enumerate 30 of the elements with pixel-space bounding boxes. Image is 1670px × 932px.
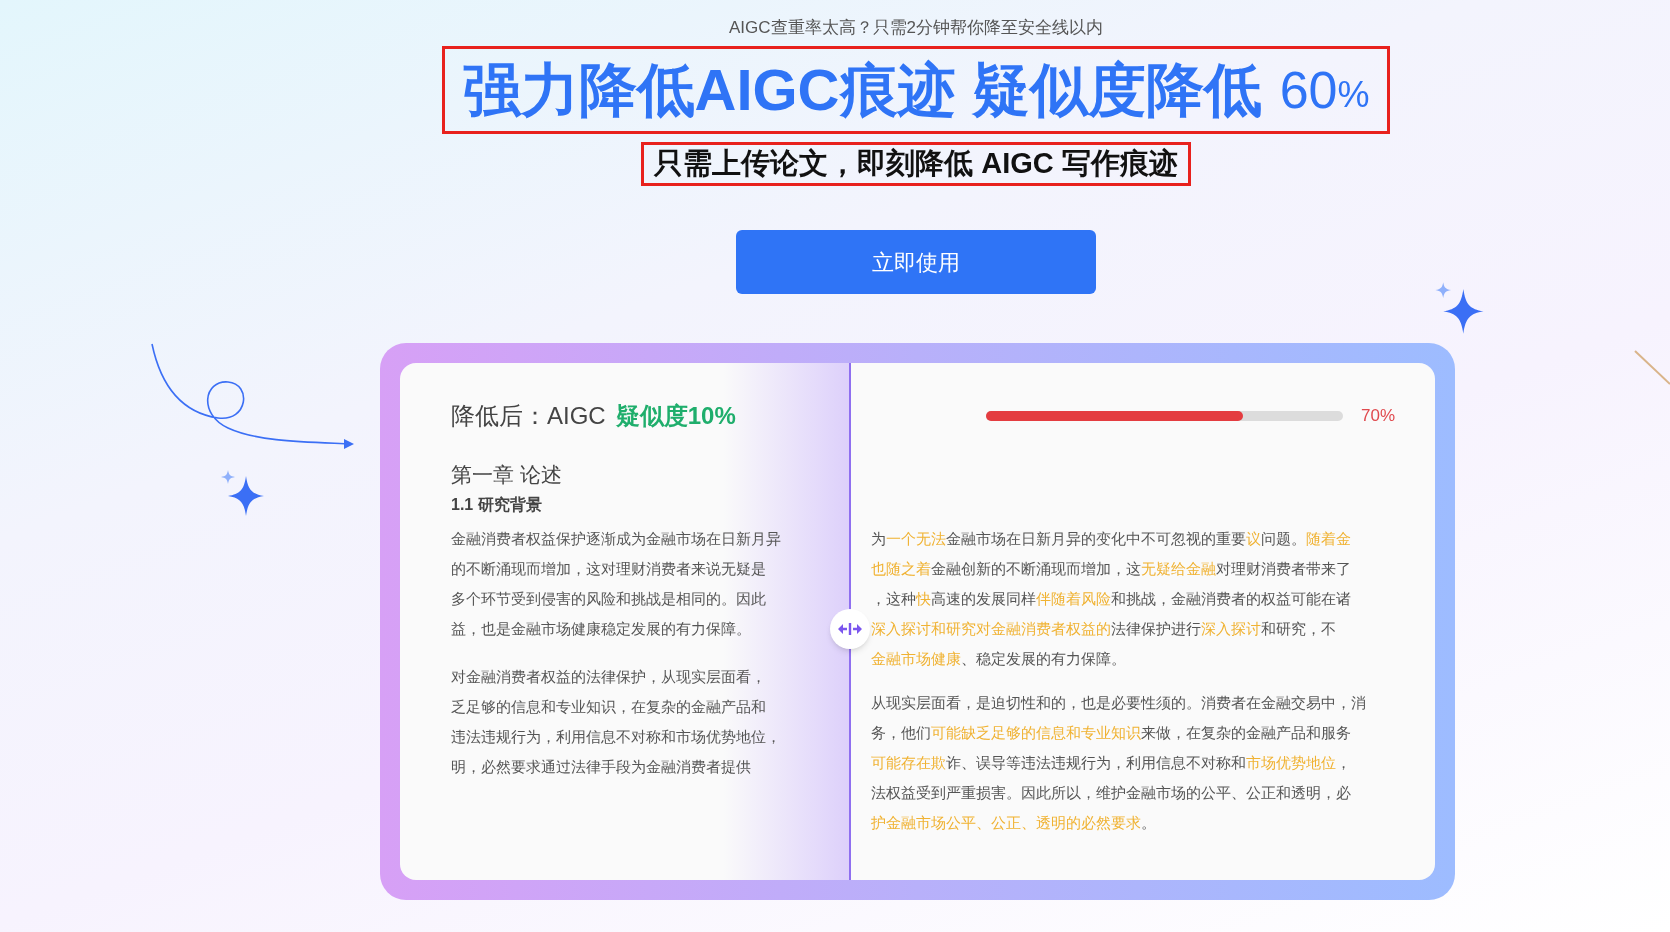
- slider-handle[interactable]: [830, 609, 870, 649]
- text-line: ，这种快高速的发展同样伴随着风险和挑战，金融消费者的权益可能在诸: [871, 589, 1352, 609]
- diagonal-line-drawing: [1634, 350, 1670, 386]
- text-line: 法权益受到严重损害。因此所以，维护金融市场的公平、公正和透明，必: [871, 783, 1352, 803]
- section-heading: 1.1 研究背景: [451, 495, 543, 515]
- text-line: 金融市场健康、稳定发展的有力保障。: [871, 649, 1127, 669]
- text-line: 违法违规行为，利用信息不对称和市场优势地位，: [451, 727, 782, 747]
- text-line: 深入探讨和研究对金融消费者权益的法律保护进行深入探讨和研究，不: [871, 619, 1337, 639]
- text-line: 为一个无法金融市场在日新月异的变化中不可忽视的重要议问题。随着金: [871, 529, 1352, 549]
- chapter-heading: 第一章 论述: [451, 462, 563, 488]
- text-line: 金融消费者权益保护逐渐成为金融市场在日新月异: [451, 529, 782, 549]
- text-line: 对金融消费者权益的法律保护，从现实层面看，: [451, 667, 767, 687]
- tagline: AIGC查重率太高？只需2分钟帮你降至安全线以内: [729, 17, 1103, 39]
- text-line: 护金融市场公平、公正、透明的必然要求。: [871, 813, 1157, 833]
- headline: 强力降低AIGC痕迹 疑似度降低 60%: [441, 46, 1391, 134]
- result-label: 降低后：AIGC: [451, 401, 606, 431]
- text-line: 明，必然要求通过法律手段为金融消费者提供: [451, 757, 752, 777]
- left-right-arrows-icon: [837, 622, 863, 636]
- text-line: 益，也是金融市场健康稳定发展的有力保障。: [451, 619, 752, 639]
- text-line: 多个环节受到侵害的风险和挑战是相同的。因此: [451, 589, 767, 609]
- subheadline: 只需上传论文，即刻降低 AIGC 写作痕迹: [641, 142, 1191, 186]
- text-line: 乏足够的信息和专业知识，在复杂的金融产品和: [451, 697, 767, 717]
- text-line: 也随之着金融创新的不断涌现而增加，这无疑给金融对理财消费者带来了: [871, 559, 1352, 579]
- use-now-button[interactable]: 立即使用: [736, 230, 1096, 294]
- text-line: 可能存在欺诈、误导等违法违规行为，利用信息不对称和市场优势地位，: [871, 753, 1352, 773]
- text-line: 从现实层面看，是迫切性和的，也是必要性须的。消费者在金融交易中，消: [871, 693, 1367, 713]
- text-line: 务，他们可能缺乏足够的信息和专业知识来做，在复杂的金融产品和服务: [871, 723, 1352, 743]
- similarity-score: 疑似度10%: [615, 401, 736, 431]
- progress-reading: 70%: [1360, 405, 1395, 428]
- text-line: 的不断涌现而增加，这对理财消费者来说无疑是: [451, 559, 767, 579]
